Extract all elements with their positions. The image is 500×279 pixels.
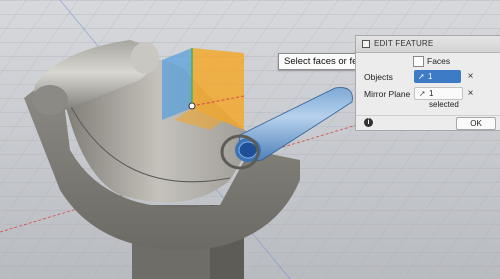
plane-blue[interactable] (162, 48, 192, 120)
objects-clear-button[interactable]: × (466, 70, 475, 83)
edit-feature-panel: EDIT FEATURE Faces Objects ➚ 1 selected … (355, 35, 500, 131)
objects-row: Objects ➚ 1 selected × (356, 69, 500, 94)
collapse-icon[interactable] (362, 40, 370, 48)
objects-label: Objects (364, 72, 393, 82)
left-rod-end (32, 85, 68, 115)
info-icon[interactable]: i (364, 118, 373, 127)
faces-checkbox[interactable] (413, 56, 424, 67)
mirror-plane-selection-value: 1 selected (429, 89, 459, 109)
objects-selection-button[interactable]: ➚ 1 selected (414, 70, 461, 94)
mirror-plane-clear-button[interactable]: × (466, 87, 475, 100)
mirror-plane-row: Mirror Plane ➚ 1 selected × (356, 86, 500, 109)
panel-header[interactable]: EDIT FEATURE (356, 36, 500, 53)
mirror-plane-selection-button[interactable]: ➚ 1 selected (414, 87, 463, 109)
left-rod-tip (131, 42, 159, 74)
cursor-icon: ➚ (418, 72, 425, 81)
origin-point[interactable] (188, 102, 196, 110)
faces-label: Faces (427, 56, 451, 66)
ok-button[interactable]: OK (456, 117, 496, 130)
panel-title: EDIT FEATURE (374, 39, 434, 48)
panel-footer: i OK (356, 115, 500, 131)
mirror-plane-label: Mirror Plane (364, 89, 411, 99)
cursor-icon: ➚ (419, 89, 426, 98)
